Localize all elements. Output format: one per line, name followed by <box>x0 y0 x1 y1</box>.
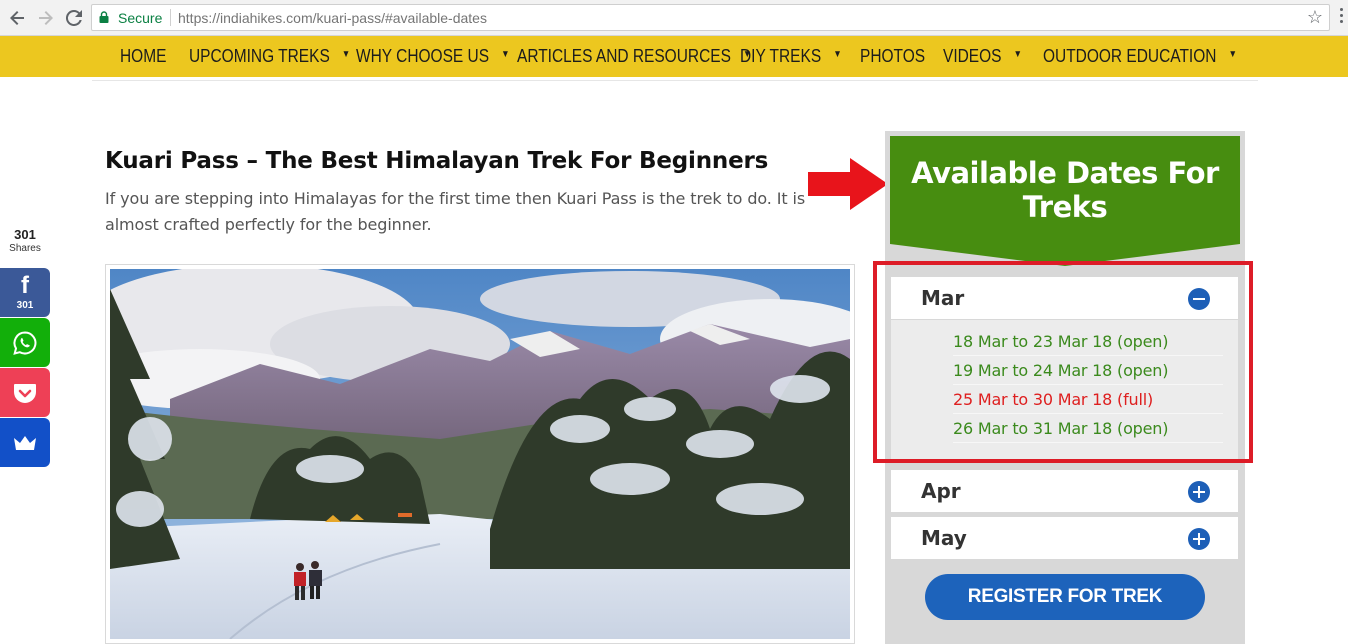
lock-icon <box>99 11 109 23</box>
trek-photo <box>105 264 855 644</box>
bookmark-star-icon[interactable]: ☆ <box>1307 7 1323 28</box>
forward-arrow-icon[interactable] <box>35 7 57 29</box>
article-title: Kuari Pass – The Best Himalayan Trek For… <box>105 148 769 174</box>
red-arrow-icon <box>808 158 888 210</box>
url-host: https://indiahikes.com <box>178 10 313 26</box>
facebook-share-button[interactable]: f 301 <box>0 268 50 317</box>
month-label: Apr <box>921 479 961 503</box>
sumome-share-button[interactable] <box>0 418 50 467</box>
nav-upcoming-treks[interactable]: UPCOMING TREKS ▼ <box>189 46 350 67</box>
caret-down-icon: ▼ <box>501 49 510 60</box>
nav-label: VIDEOS <box>943 46 1002 66</box>
pocket-share-button[interactable] <box>0 368 50 417</box>
caret-down-icon: ▼ <box>1013 49 1023 60</box>
url-path: /kuari-pass/#available-dates <box>312 10 487 26</box>
pocket-icon <box>14 383 36 403</box>
site-nav: HOME UPCOMING TREKS ▼ WHY CHOOSE US ▼ ARTI… <box>0 36 1348 77</box>
share-count-label: Shares <box>9 243 41 254</box>
nav-photos[interactable]: PHOTOS <box>860 46 925 67</box>
month-accordion-apr[interactable]: Apr <box>891 470 1238 512</box>
facebook-share-count: 301 <box>16 299 34 311</box>
crown-icon <box>14 435 36 450</box>
nav-videos[interactable]: VIDEOS ▼ <box>943 46 1022 67</box>
facebook-icon: f <box>21 271 29 299</box>
nav-label: DIY TREKS <box>740 46 822 66</box>
nav-label: OUTDOOR EDUCATION <box>1043 46 1217 66</box>
register-button[interactable]: REGISTER FOR TREK <box>925 574 1205 620</box>
nav-label: PHOTOS <box>860 46 926 66</box>
caret-down-icon: ▼ <box>341 49 351 60</box>
url-text: https://indiahikes.com/kuari-pass/#avail… <box>178 10 487 26</box>
nav-label: WHY CHOOSE US <box>356 46 490 66</box>
browser-toolbar: Secure https://indiahikes.com/kuari-pass… <box>0 0 1348 36</box>
nav-diy-treks[interactable]: DIY TREKS ▼ <box>740 46 842 67</box>
reload-icon[interactable] <box>63 7 85 29</box>
nav-articles-and-resources[interactable]: ARTICLES AND RESOURCES ▼ <box>517 46 751 67</box>
highlight-box <box>873 261 1253 463</box>
caret-down-icon: ▼ <box>1228 49 1237 60</box>
share-count: 301 Shares <box>0 227 50 254</box>
nav-why-choose-us[interactable]: WHY CHOOSE US ▼ <box>356 46 510 67</box>
article-lead: If you are stepping into Himalayas for t… <box>105 189 806 234</box>
expand-plus-icon[interactable] <box>1188 481 1210 503</box>
caret-down-icon: ▼ <box>833 49 842 60</box>
month-accordion-may[interactable]: May <box>891 517 1238 559</box>
month-label: May <box>921 526 967 550</box>
nav-label: HOME <box>120 46 167 66</box>
widget-heading: Available Dates For Treks <box>911 156 1219 224</box>
expand-plus-icon[interactable] <box>1188 528 1210 550</box>
nav-divider <box>92 80 1258 81</box>
secure-label: Secure <box>118 10 163 26</box>
address-separator <box>170 9 171 26</box>
whatsapp-share-button[interactable] <box>0 318 50 367</box>
snowy-forest-image <box>110 269 850 639</box>
nav-home[interactable]: HOME <box>120 46 166 67</box>
nav-label: ARTICLES AND RESOURCES <box>517 46 731 66</box>
share-count-number: 301 <box>14 227 36 242</box>
browser-menu-icon[interactable] <box>1340 8 1346 28</box>
address-bar[interactable]: Secure https://indiahikes.com/kuari-pass… <box>91 4 1330 31</box>
nav-outdoor-education[interactable]: OUTDOOR EDUCATION ▼ <box>1043 46 1237 67</box>
whatsapp-icon <box>13 330 37 355</box>
back-arrow-icon[interactable] <box>6 7 28 29</box>
nav-label: UPCOMING TREKS <box>189 46 330 66</box>
